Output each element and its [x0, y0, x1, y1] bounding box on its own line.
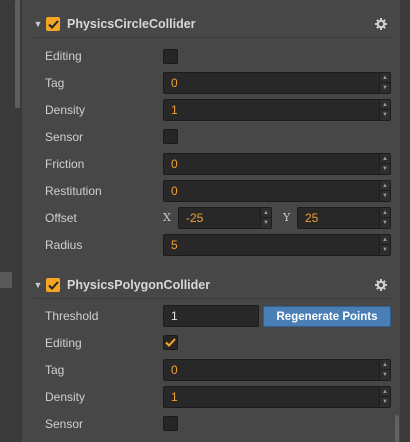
checkmark-icon	[47, 19, 59, 29]
density-value: 1	[171, 390, 178, 404]
friction-input[interactable]: 0 ▲ ▼	[163, 153, 391, 175]
stepper-up-icon[interactable]: ▲	[380, 154, 390, 164]
stepper-up-icon[interactable]: ▲	[380, 387, 390, 397]
sensor-checkbox[interactable]	[163, 129, 178, 144]
stepper-down-icon[interactable]: ▼	[380, 83, 390, 93]
stepper-down-icon[interactable]: ▼	[380, 110, 390, 120]
inspector-scroll-thumb[interactable]	[395, 415, 399, 442]
sensor-checkbox[interactable]	[163, 416, 178, 431]
threshold-label: Threshold	[45, 309, 99, 323]
inspector-scroll-track[interactable]	[400, 0, 410, 442]
tag-value: 0	[171, 363, 178, 377]
stepper-up-icon[interactable]: ▲	[380, 235, 390, 245]
radius-input[interactable]: 5 ▲ ▼	[163, 234, 391, 256]
offset-x-label: X	[163, 211, 171, 224]
polygon-collider-header[interactable]: ▼ PhysicsPolygonCollider	[28, 272, 396, 298]
radius-label: Radius	[45, 238, 83, 252]
radius-stepper[interactable]: ▲ ▼	[379, 235, 390, 255]
stepper-down-icon[interactable]: ▼	[380, 164, 390, 174]
collapse-caret-icon[interactable]: ▼	[32, 280, 44, 290]
offset-x-input[interactable]: -25 ▲ ▼	[178, 207, 272, 229]
restitution-stepper[interactable]: ▲ ▼	[379, 181, 390, 201]
editing-label: Editing	[45, 49, 82, 63]
density-stepper[interactable]: ▲ ▼	[379, 100, 390, 120]
circle-collider-header[interactable]: ▼ PhysicsCircleCollider	[28, 11, 396, 37]
tag-input[interactable]: 0 ▲ ▼	[163, 359, 391, 381]
friction-label: Friction	[45, 157, 85, 171]
regenerate-points-button[interactable]: Regenerate Points	[263, 306, 391, 327]
sensor-label: Sensor	[45, 130, 84, 144]
stepper-down-icon[interactable]: ▼	[380, 397, 390, 407]
threshold-value: 1	[171, 309, 178, 323]
density-label: Density	[45, 103, 86, 117]
section-title: PhysicsCircleCollider	[67, 17, 196, 31]
gear-icon[interactable]	[374, 17, 388, 31]
stepper-down-icon[interactable]: ▼	[380, 218, 390, 228]
restitution-value: 0	[171, 184, 178, 198]
editing-checkbox[interactable]	[163, 49, 178, 64]
gear-icon[interactable]	[374, 278, 388, 292]
left-panel-marker	[0, 272, 12, 288]
left-panel-rail	[0, 0, 22, 442]
stepper-down-icon[interactable]: ▼	[380, 370, 390, 380]
section-divider	[34, 298, 392, 299]
offset-x-stepper[interactable]: ▲ ▼	[260, 208, 271, 228]
stepper-up-icon[interactable]: ▲	[261, 208, 271, 218]
offset-y-label: Y	[283, 211, 291, 224]
density-stepper[interactable]: ▲ ▼	[379, 387, 390, 407]
section-divider	[34, 37, 392, 38]
section-title: PhysicsPolygonCollider	[67, 278, 211, 292]
collapse-caret-icon[interactable]: ▼	[32, 19, 44, 29]
stepper-up-icon[interactable]: ▲	[380, 360, 390, 370]
checkmark-icon	[165, 338, 176, 347]
left-scrollbar[interactable]	[15, 0, 20, 108]
editing-checkbox[interactable]	[163, 335, 178, 350]
circle-collider-enabled-checkbox[interactable]	[46, 17, 60, 31]
stepper-up-icon[interactable]: ▲	[380, 208, 390, 218]
polygon-collider-enabled-checkbox[interactable]	[46, 278, 60, 292]
stepper-up-icon[interactable]: ▲	[380, 181, 390, 191]
restitution-label: Restitution	[45, 184, 102, 198]
offset-y-value: 25	[305, 211, 319, 225]
stepper-down-icon[interactable]: ▼	[380, 191, 390, 201]
stepper-down-icon[interactable]: ▼	[261, 218, 271, 228]
friction-stepper[interactable]: ▲ ▼	[379, 154, 390, 174]
offset-y-input[interactable]: 25 ▲ ▼	[297, 207, 391, 229]
friction-value: 0	[171, 157, 178, 171]
stepper-up-icon[interactable]: ▲	[380, 100, 390, 110]
density-value: 1	[171, 103, 178, 117]
tag-value: 0	[171, 76, 178, 90]
tag-label: Tag	[45, 76, 65, 90]
tag-stepper[interactable]: ▲ ▼	[379, 360, 390, 380]
offset-x-value: -25	[186, 211, 204, 225]
offset-y-stepper[interactable]: ▲ ▼	[379, 208, 390, 228]
stepper-up-icon[interactable]: ▲	[380, 73, 390, 83]
tag-stepper[interactable]: ▲ ▼	[379, 73, 390, 93]
density-input[interactable]: 1 ▲ ▼	[163, 99, 391, 121]
stepper-down-icon[interactable]: ▼	[380, 245, 390, 255]
tag-input[interactable]: 0 ▲ ▼	[163, 72, 391, 94]
restitution-input[interactable]: 0 ▲ ▼	[163, 180, 391, 202]
radius-value: 5	[171, 238, 178, 252]
density-label: Density	[45, 390, 86, 404]
density-input[interactable]: 1 ▲ ▼	[163, 386, 391, 408]
tag-label: Tag	[45, 363, 65, 377]
sensor-label: Sensor	[45, 417, 84, 431]
threshold-input[interactable]: 1	[163, 305, 259, 327]
checkmark-icon	[47, 280, 59, 290]
editing-label: Editing	[45, 336, 82, 350]
offset-label: Offset	[45, 211, 77, 225]
